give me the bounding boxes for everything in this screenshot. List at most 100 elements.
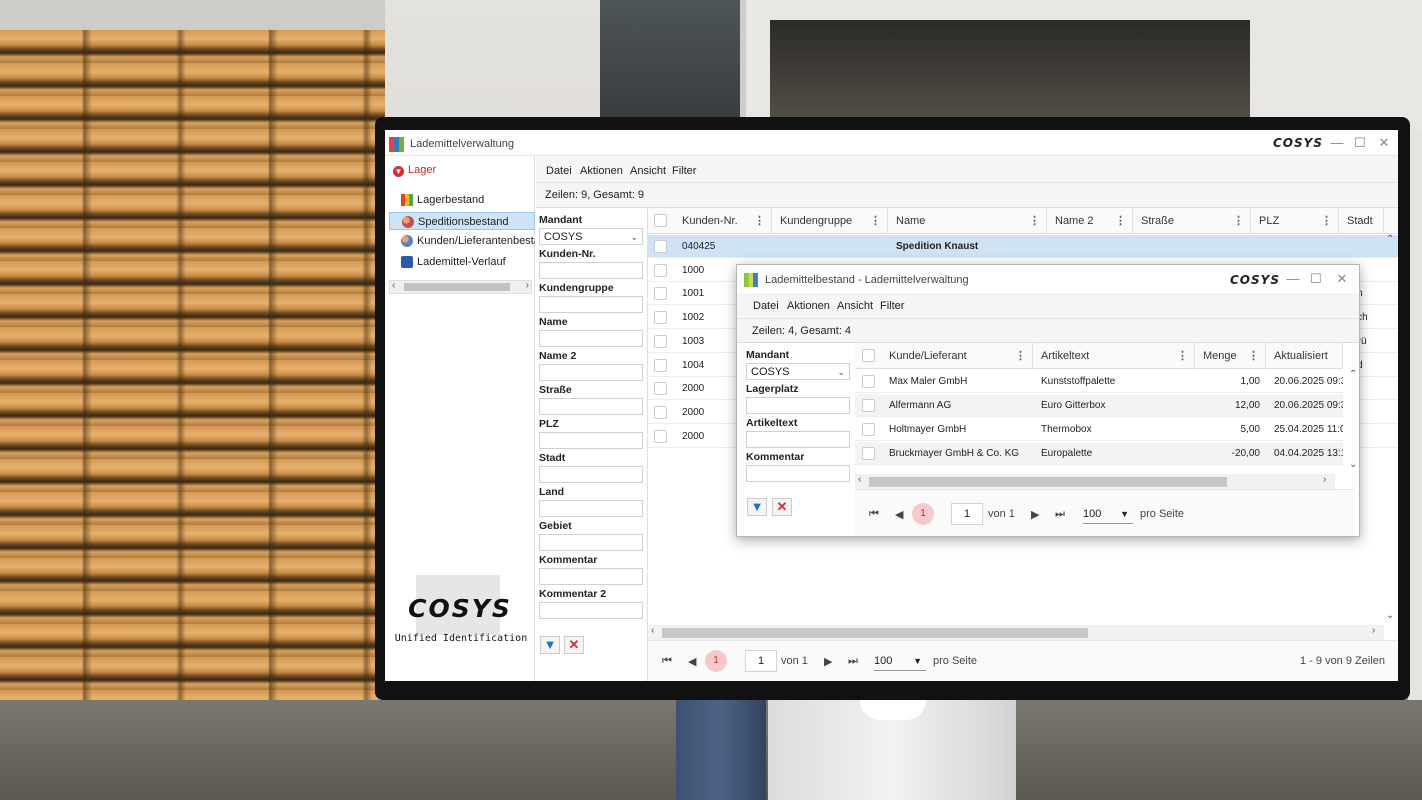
select-all-checkbox[interactable] bbox=[862, 349, 875, 362]
grid-hscrollbar[interactable]: ‹ › bbox=[855, 474, 1335, 489]
table-row[interactable]: Alfermann AG Euro Gitterbox 12,00 20.06.202… bbox=[855, 394, 1343, 417]
scroll-left-icon[interactable]: ‹ bbox=[392, 280, 395, 291]
col-artikeltext[interactable]: Artikeltext ⋮ bbox=[1033, 343, 1195, 369]
prev-page-icon[interactable]: ◀ bbox=[688, 655, 696, 668]
filter-input-strasse[interactable] bbox=[539, 398, 643, 415]
maximize-button[interactable]: ☐ bbox=[1307, 271, 1325, 287]
row-checkbox[interactable] bbox=[862, 399, 875, 412]
filter-input-lagerplatz[interactable] bbox=[746, 397, 850, 414]
filter-input-gebiet[interactable] bbox=[539, 534, 643, 551]
column-menu-icon[interactable]: ⋮ bbox=[1177, 343, 1188, 369]
sidebar-item-kunden-lieferantenbestand[interactable]: Kunden/Lieferantenbestand bbox=[389, 232, 535, 250]
table-row[interactable]: 040425 Spedition Knaust bbox=[648, 235, 1398, 258]
col-stadt[interactable]: Stadt bbox=[1339, 208, 1384, 234]
menu-ansicht[interactable]: Ansicht bbox=[837, 300, 873, 312]
scroll-left-icon[interactable]: ‹ bbox=[858, 474, 861, 485]
close-button[interactable]: ✕ bbox=[1333, 271, 1351, 287]
clear-filter-button[interactable]: ✕ bbox=[564, 636, 584, 654]
column-menu-icon[interactable]: ⋮ bbox=[1321, 208, 1332, 234]
row-checkbox[interactable] bbox=[654, 382, 667, 396]
page-number-input[interactable]: 1 bbox=[745, 650, 777, 672]
sidebar-hscrollbar[interactable]: ‹ › bbox=[389, 280, 532, 294]
column-menu-icon[interactable]: ⋮ bbox=[1029, 208, 1040, 234]
scroll-right-icon[interactable]: › bbox=[1323, 474, 1326, 485]
table-row[interactable]: Bruckmayer GmbH & Co. KG Europalette -20,0… bbox=[855, 442, 1343, 465]
col-name[interactable]: Name ⋮ bbox=[888, 208, 1047, 234]
grid-hscrollbar[interactable]: ‹ › bbox=[648, 625, 1384, 640]
maximize-button[interactable]: ☐ bbox=[1351, 135, 1369, 151]
first-page-icon[interactable]: ⏮ bbox=[869, 508, 879, 521]
menu-filter[interactable]: Filter bbox=[880, 300, 904, 312]
scroll-right-icon[interactable]: › bbox=[1372, 625, 1375, 636]
col-menge[interactable]: Menge ⋮ bbox=[1195, 343, 1266, 369]
filter-input-kunden-nr[interactable] bbox=[539, 262, 643, 279]
apply-filter-button[interactable]: ▼ bbox=[540, 636, 560, 654]
select-all-checkbox[interactable] bbox=[654, 214, 667, 227]
row-checkbox[interactable] bbox=[654, 405, 667, 419]
column-menu-icon[interactable]: ⋮ bbox=[1115, 208, 1126, 234]
apply-filter-button[interactable]: ▼ bbox=[747, 498, 767, 516]
row-checkbox[interactable] bbox=[654, 429, 667, 443]
filter-input-kommentar[interactable] bbox=[539, 568, 643, 585]
menu-aktionen[interactable]: Aktionen bbox=[580, 165, 623, 177]
current-page-badge[interactable]: 1 bbox=[705, 650, 727, 672]
menu-aktionen[interactable]: Aktionen bbox=[787, 300, 830, 312]
scroll-thumb[interactable] bbox=[869, 477, 1227, 487]
menu-ansicht[interactable]: Ansicht bbox=[630, 165, 666, 177]
filter-input-kommentar-2[interactable] bbox=[539, 602, 643, 619]
scroll-down-icon[interactable]: ⌄ bbox=[1386, 610, 1394, 621]
table-row[interactable]: Holtmayer GmbH Thermobox 5,00 25.04.2025 11… bbox=[855, 418, 1343, 441]
next-page-icon[interactable]: ▶ bbox=[824, 655, 832, 668]
sidebar-header[interactable]: ▼ Lager bbox=[393, 164, 436, 177]
table-row[interactable]: Max Maler GmbH Kunststoffpalette 1,00 20.06… bbox=[855, 370, 1343, 393]
mandant-select[interactable]: COSYS ⌄ bbox=[746, 363, 850, 380]
column-menu-icon[interactable]: ⋮ bbox=[754, 208, 765, 234]
scroll-thumb[interactable] bbox=[662, 628, 1088, 638]
scroll-left-icon[interactable]: ‹ bbox=[651, 625, 654, 636]
menu-datei[interactable]: Datei bbox=[546, 165, 572, 177]
col-aktualisiert[interactable]: Aktualisiert bbox=[1266, 343, 1343, 369]
prev-page-icon[interactable]: ◀ bbox=[895, 508, 903, 521]
col-kunden-nr[interactable]: Kunden-Nr. ⋮ bbox=[674, 208, 772, 234]
filter-input-artikeltext[interactable] bbox=[746, 431, 850, 448]
filter-input-land[interactable] bbox=[539, 500, 643, 517]
filter-input-kundengruppe[interactable] bbox=[539, 296, 643, 313]
sidebar-item-lademittel-verlauf[interactable]: Lademittel-Verlauf bbox=[389, 253, 535, 271]
sidebar-item-speditionsbestand[interactable]: Speditionsbestand bbox=[389, 212, 535, 230]
row-checkbox[interactable] bbox=[654, 263, 667, 277]
menu-filter[interactable]: Filter bbox=[672, 165, 696, 177]
row-checkbox[interactable] bbox=[654, 240, 667, 253]
col-kunde-lieferant[interactable]: Kunde/Lieferant ⋮ bbox=[881, 343, 1033, 369]
column-menu-icon[interactable]: ⋮ bbox=[1015, 343, 1026, 369]
col-kundengruppe[interactable]: Kundengruppe ⋮ bbox=[772, 208, 888, 234]
row-checkbox[interactable] bbox=[654, 287, 667, 301]
close-button[interactable]: ✕ bbox=[1375, 135, 1393, 151]
scroll-up-icon[interactable]: ⌃ bbox=[1349, 369, 1357, 380]
row-checkbox[interactable] bbox=[862, 375, 875, 388]
last-page-icon[interactable]: ⏭ bbox=[848, 655, 858, 668]
row-checkbox[interactable] bbox=[654, 334, 667, 348]
col-name-2[interactable]: Name 2 ⋮ bbox=[1047, 208, 1133, 234]
first-page-icon[interactable]: ⏮ bbox=[662, 655, 672, 668]
minimize-button[interactable]: — bbox=[1328, 135, 1346, 151]
row-checkbox[interactable] bbox=[862, 423, 875, 436]
scroll-up-icon[interactable]: ⌃ bbox=[1386, 234, 1394, 245]
per-page-select[interactable]: 100 ▼ bbox=[874, 651, 926, 671]
page-number-input[interactable]: 1 bbox=[951, 503, 983, 525]
filter-input-name-2[interactable] bbox=[539, 364, 643, 381]
filter-input-name[interactable] bbox=[539, 330, 643, 347]
grid-vscrollbar[interactable]: ⌃ ⌄ bbox=[1347, 369, 1359, 475]
clear-filter-button[interactable]: ✕ bbox=[772, 498, 792, 516]
scroll-right-icon[interactable]: › bbox=[526, 280, 529, 291]
col-plz[interactable]: PLZ ⋮ bbox=[1251, 208, 1339, 234]
column-menu-icon[interactable]: ⋮ bbox=[1248, 343, 1259, 369]
sidebar-item-lagerbestand[interactable]: Lagerbestand bbox=[389, 191, 535, 209]
next-page-icon[interactable]: ▶ bbox=[1031, 508, 1039, 521]
last-page-icon[interactable]: ⏭ bbox=[1055, 508, 1065, 521]
filter-input-stadt[interactable] bbox=[539, 466, 643, 483]
row-checkbox[interactable] bbox=[654, 311, 667, 325]
filter-input-kommentar[interactable] bbox=[746, 465, 850, 482]
col-strasse[interactable]: Straße ⋮ bbox=[1133, 208, 1251, 234]
mandant-select[interactable]: COSYS ⌄ bbox=[539, 228, 643, 245]
grid-vscrollbar[interactable]: ⌃ ⌄ bbox=[1384, 234, 1398, 624]
